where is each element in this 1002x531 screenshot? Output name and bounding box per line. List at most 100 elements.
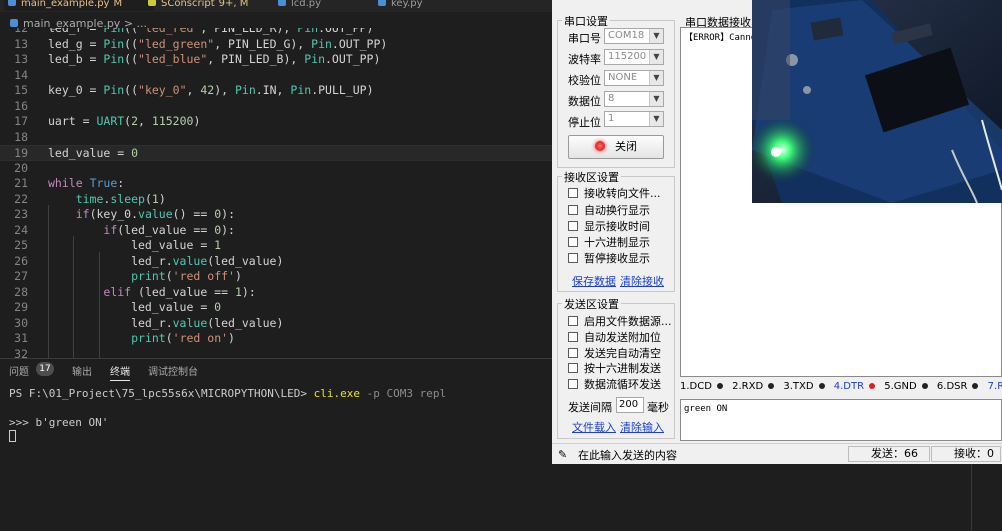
tab-problems[interactable]: 问题 (9, 363, 29, 378)
baud-select[interactable]: 115200 ▼ (604, 49, 664, 65)
terminal[interactable]: PS F:\01_Project\75_lpc55s6x\MICROPYTHON… (0, 382, 552, 531)
signal-dot-icon (869, 383, 876, 389)
tab-key[interactable]: key.py (378, 0, 478, 11)
file-load-link[interactable]: 文件载入 (572, 419, 616, 435)
code-text: uart = UART(2, 115200) (48, 114, 201, 128)
code-text: print('red on') (131, 331, 235, 345)
code-text: led_g = Pin(("led_green", PIN_LED_G), Pi… (48, 36, 388, 51)
line-number: 25 (14, 238, 28, 252)
clear-receive-link[interactable]: 清除接收 (620, 273, 664, 289)
recv-option-pause[interactable]: 暂停接收显示 (568, 252, 650, 266)
close-port-button[interactable]: 关闭 (568, 135, 664, 159)
code-line[interactable]: 15 key_0 = Pin(("key_0", 42), Pin.IN, Pin… (0, 83, 552, 99)
terminal-output: >>> b'green ON' (9, 416, 109, 429)
code-text: key_0 = Pin(("key_0", 42), Pin.IN, Pin.P… (48, 83, 374, 97)
code-text: led_r.value(led_value) (48, 253, 284, 268)
line-number: 12 (14, 28, 28, 35)
line-number: 16 (14, 98, 28, 113)
status-bar: ✎ 在此输入发送的内容 发送：66 接收：0 (552, 443, 1002, 464)
code-line[interactable]: 19 led_value = 0 (0, 145, 552, 161)
port-settings-title: 串口设置 (562, 13, 610, 29)
interval-unit: 毫秒 (647, 401, 669, 414)
code-text: led_value = 0 (48, 300, 222, 314)
edit-pen-icon: ✎ (558, 448, 568, 461)
dropdown-arrow-icon: ▼ (649, 71, 663, 85)
send-option-append[interactable]: 自动发送附加位 (568, 331, 661, 345)
stopbits-label: 停止位 (568, 116, 601, 129)
signal-rxd: 2.RXD (732, 381, 777, 392)
recv-option-show-time[interactable]: 显示接收时间 (568, 220, 650, 234)
recv-option-hex[interactable]: 十六进制显示 (568, 236, 650, 250)
save-data-link[interactable]: 保存数据 (572, 273, 616, 289)
script-file-icon (148, 0, 156, 6)
line-number: 19 (14, 146, 28, 160)
signal-txd: 3.TXD (783, 381, 827, 392)
signal-dot-icon (972, 383, 979, 389)
code-line[interactable]: 16 (0, 99, 552, 115)
code-text: if(key_0.value() == 0): (75, 207, 235, 221)
tab-main-example[interactable]: main_example.py M (4, 0, 154, 11)
tab-lcd[interactable]: lcd.py (278, 0, 378, 11)
tab-terminal[interactable]: 终端 (110, 363, 130, 381)
code-line[interactable]: 22 time.sleep(1) (0, 192, 552, 208)
code-line[interactable]: 30 led_r.value(led_value) (0, 316, 552, 332)
send-option-loop[interactable]: 数据流循环发送 (568, 378, 661, 392)
code-line[interactable]: 23 if(key_0.value() == 0): (0, 207, 552, 223)
status-lamp-icon (595, 141, 605, 151)
tab-debug-console[interactable]: 调试控制台 (148, 363, 198, 378)
code-line[interactable]: 26 led_r.value(led_value) (0, 254, 552, 270)
recv-option-to-file[interactable]: 接收转向文件... (568, 187, 661, 201)
dropdown-arrow-icon: ▼ (649, 112, 663, 126)
code-text: elif (led_value == 1): (103, 284, 256, 299)
line-number: 26 (14, 253, 28, 268)
signal-dtr[interactable]: 4.DTR (834, 381, 878, 392)
line-number: 17 (14, 114, 28, 128)
code-line[interactable]: 29 led_value = 0 (0, 300, 552, 316)
send-option-hex[interactable]: 按十六进制发送 (568, 362, 661, 376)
code-line[interactable]: 21 while True: (0, 176, 552, 192)
port-select[interactable]: COM18 ▼ (604, 28, 664, 44)
dropdown-arrow-icon: ▼ (649, 92, 663, 106)
received-count: 接收：0 (931, 446, 1001, 462)
send-textarea[interactable]: green ON (680, 399, 1002, 441)
send-option-file-source[interactable]: 启用文件数据源... (568, 315, 672, 329)
interval-input[interactable]: 200 (616, 397, 644, 413)
send-settings-title: 发送区设置 (562, 296, 621, 312)
databits-select[interactable]: 8 ▼ (604, 91, 664, 107)
terminal-cursor (9, 430, 16, 443)
signal-dot-icon (921, 383, 928, 389)
code-line[interactable]: 32 (0, 347, 552, 359)
send-option-auto-clear[interactable]: 发送完自动清空 (568, 347, 661, 361)
code-line[interactable]: 27 print('red off') (0, 269, 552, 285)
code-line[interactable]: 14 (0, 68, 552, 84)
signal-dcd: 1.DCD (680, 381, 726, 392)
editor-tab-bar: main_example.py M SConscript 9+, M lcd.py … (0, 0, 552, 12)
code-line[interactable]: 28 elif (led_value == 1): (0, 285, 552, 301)
line-number: 27 (14, 269, 28, 283)
stopbits-select[interactable]: 1 ▼ (604, 111, 664, 127)
receive-settings-title: 接收区设置 (562, 169, 621, 185)
clear-input-link[interactable]: 清除输入 (620, 419, 664, 435)
code-line[interactable]: 18 (0, 130, 552, 146)
code-line[interactable]: 31 print('red on') (0, 331, 552, 347)
tab-sconscript[interactable]: SConscript 9+, M (148, 0, 278, 11)
line-number: 29 (14, 300, 28, 314)
signal-rts[interactable]: 7.RTS (988, 381, 1002, 392)
line-number: 13 (14, 36, 28, 51)
code-editor[interactable]: 12 led_r = Pin(("led_red", PIN_LED_R), Pi… (0, 28, 552, 358)
recv-option-auto-wrap[interactable]: 自动换行显示 (568, 204, 650, 218)
code-line[interactable]: 12 led_r = Pin(("led_red", PIN_LED_R), Pi… (0, 28, 552, 37)
code-line[interactable]: 13 led_b = Pin(("led_blue", PIN_LED_B), P… (0, 52, 552, 68)
interval-label: 发送间隔 (568, 401, 612, 414)
line-number: 18 (14, 129, 28, 144)
code-line[interactable]: 25 led_value = 1 (0, 238, 552, 254)
signal-lines: 1.DCD 2.RXD 3.TXD 4.DTR 5.GND 6.DSR 7.RT… (680, 378, 1002, 396)
code-line[interactable]: 13 led_g = Pin(("led_green", PIN_LED_G), … (0, 37, 552, 53)
parity-select[interactable]: NONE ▼ (604, 70, 664, 86)
code-line[interactable]: 20 (0, 161, 552, 177)
code-line[interactable]: 24 if(led_value == 0): (0, 223, 552, 239)
python-file-icon (278, 0, 286, 6)
code-line[interactable]: 17 uart = UART(2, 115200) (0, 114, 552, 130)
line-number: 32 (14, 346, 28, 359)
tab-output[interactable]: 输出 (72, 363, 92, 378)
